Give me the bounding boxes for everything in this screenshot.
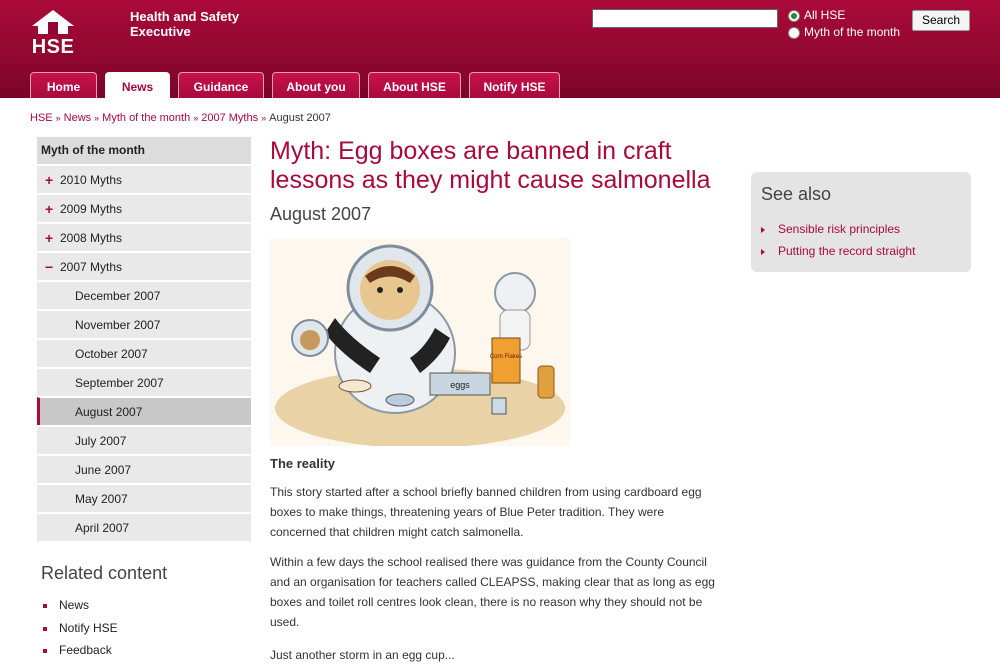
- sidebar-item-jul-2007[interactable]: July 2007: [37, 426, 251, 454]
- section-heading-reality: The reality: [270, 456, 336, 471]
- see-also-link-risk-principles[interactable]: Sensible risk principles: [761, 222, 900, 236]
- breadcrumb: HSE» News» Myth of the month» 2007 Myths» Au…: [30, 112, 331, 124]
- tab-about-hse[interactable]: About HSE: [368, 72, 461, 98]
- search-input[interactable]: [592, 9, 778, 28]
- cartoon-egg-label: eggs: [450, 380, 470, 390]
- sidebar-item-2007[interactable]: −2007 Myths: [37, 252, 251, 280]
- tab-notify-hse[interactable]: Notify HSE: [469, 72, 560, 98]
- see-also-label: Sensible risk principles: [778, 222, 901, 236]
- sidebar-item-may-2007[interactable]: May 2007: [37, 484, 251, 512]
- bullet-icon: [43, 603, 47, 608]
- breadcrumb-news[interactable]: News: [64, 112, 92, 124]
- page-title-line-1: Myth: Egg boxes are banned in craft: [270, 137, 672, 165]
- cartoon-box-label: Corn Flakes: [490, 354, 522, 360]
- paragraph-line: boxes and toilet roll centres look clean…: [270, 595, 703, 609]
- paragraph-line: concerned that children might catch salm…: [270, 525, 524, 539]
- arrow-right-icon: [761, 226, 765, 233]
- related-item-notify[interactable]: Notify HSE: [43, 621, 118, 635]
- article-date: August 2007: [270, 204, 372, 224]
- sidebar-item-label: 2010 Myths: [60, 173, 123, 187]
- expand-icon: +: [45, 172, 54, 188]
- see-also-label: Putting the record straight: [778, 244, 916, 258]
- expand-icon: +: [45, 201, 54, 217]
- tab-news[interactable]: News: [105, 72, 170, 98]
- hse-logo[interactable]: HSE: [28, 8, 78, 58]
- sidebar-item-2008[interactable]: +2008 Myths: [37, 223, 251, 251]
- logo-text: HSE: [31, 36, 75, 58]
- bullet-icon: [43, 648, 47, 653]
- bullet-icon: [43, 626, 47, 631]
- sidebar-item-jun-2007[interactable]: June 2007: [37, 455, 251, 483]
- arrow-right-icon: [761, 248, 765, 255]
- breadcrumb-2007-myths[interactable]: 2007 Myths: [201, 112, 258, 124]
- org-line-1: Health and Safety: [130, 9, 240, 24]
- paragraph-line: boxes to make things, threatening years …: [270, 505, 664, 519]
- expand-icon: +: [45, 230, 54, 246]
- related-item-label: Feedback: [59, 643, 112, 657]
- related-content-title: Related content: [41, 563, 168, 583]
- sidebar-heading[interactable]: Myth of the month: [37, 137, 251, 164]
- radio-myth-label: Myth of the month: [804, 25, 901, 39]
- breadcrumb-sep: »: [193, 113, 199, 123]
- page-title: Myth: Egg boxes are banned in craft less…: [270, 137, 740, 195]
- breadcrumb-sep: »: [55, 113, 61, 123]
- sidebar-item-dec-2007[interactable]: December 2007: [37, 281, 251, 309]
- related-item-news[interactable]: News: [43, 598, 89, 612]
- breadcrumb-current: August 2007: [269, 112, 331, 124]
- sidebar-item-sep-2007[interactable]: September 2007: [37, 368, 251, 396]
- org-name: Health and Safety Executive: [130, 9, 239, 39]
- tab-guidance[interactable]: Guidance: [178, 72, 264, 98]
- related-item-feedback[interactable]: Feedback: [43, 643, 112, 657]
- site-header: HSE Health and Safety Executive All HSE …: [0, 0, 1000, 98]
- sidebar-item-nov-2007[interactable]: November 2007: [37, 310, 251, 338]
- collapse-icon: −: [45, 259, 54, 275]
- paragraph-1: This story started after a school briefl…: [270, 482, 735, 542]
- radio-myth-of-month[interactable]: [788, 27, 800, 39]
- sidebar-item-oct-2007[interactable]: October 2007: [37, 339, 251, 367]
- paragraph-line: used.: [270, 615, 300, 629]
- see-also-title: See also: [761, 184, 832, 204]
- paragraph-line: and an organisation for teachers called …: [270, 575, 715, 589]
- radio-all-hse[interactable]: [788, 10, 800, 22]
- see-also-link-record-straight[interactable]: Putting the record straight: [761, 244, 915, 258]
- astronaut-cartoon-illustration: eggs Corn Flakes: [270, 238, 570, 446]
- paragraph-3: Just another storm in an egg cup...: [270, 648, 455, 662]
- paragraph-2: Within a few days the school realised th…: [270, 552, 735, 632]
- sidebar-item-label: 2007 Myths: [60, 260, 123, 274]
- search-button[interactable]: Search: [912, 10, 970, 31]
- breadcrumb-sep: »: [261, 113, 267, 123]
- tab-home[interactable]: Home: [30, 72, 97, 98]
- related-item-label: News: [59, 598, 90, 612]
- see-also-box: See also Sensible risk principles Puttin…: [751, 172, 971, 272]
- sidebar-item-2010[interactable]: +2010 Myths: [37, 165, 251, 193]
- paragraph-line: This story started after a school briefl…: [270, 485, 702, 499]
- page-title-line-2: lessons as they might cause salmonella: [270, 166, 711, 194]
- sidebar-item-label: 2009 Myths: [60, 202, 123, 216]
- related-item-label: Notify HSE: [59, 621, 118, 635]
- sidebar-item-2009[interactable]: +2009 Myths: [37, 194, 251, 222]
- tab-about-you[interactable]: About you: [272, 72, 360, 98]
- breadcrumb-hse[interactable]: HSE: [30, 112, 53, 124]
- org-line-2: Executive: [130, 24, 191, 39]
- sidebar-item-apr-2007[interactable]: April 2007: [37, 513, 251, 541]
- paragraph-line: Within a few days the school realised th…: [270, 555, 707, 569]
- sidebar-item-aug-2007[interactable]: August 2007: [37, 397, 251, 425]
- sidebar-item-label: 2008 Myths: [60, 231, 123, 245]
- breadcrumb-sep: »: [94, 113, 100, 123]
- house-icon: [32, 10, 74, 34]
- breadcrumb-myth[interactable]: Myth of the month: [102, 112, 190, 124]
- radio-all-hse-label: All HSE: [804, 8, 846, 22]
